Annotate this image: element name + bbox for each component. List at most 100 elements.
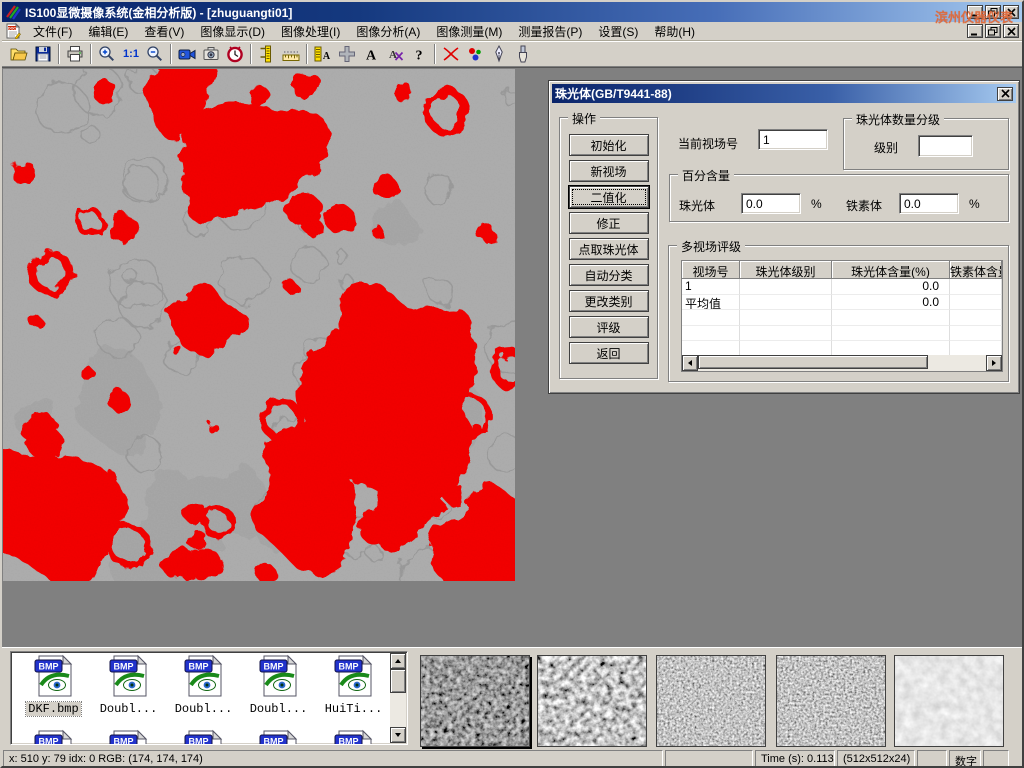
document-icon[interactable]: DOC [5, 23, 21, 39]
menu-item-8[interactable]: 测量报告(P) [510, 21, 590, 42]
menu-item-2[interactable]: 编辑(E) [80, 21, 136, 42]
file-item-3[interactable]: BMPDoubl... [167, 654, 240, 716]
file-name: Doubl... [248, 702, 310, 716]
thumbnail-2[interactable] [537, 655, 647, 747]
metallographic-image[interactable] [3, 69, 515, 581]
file-item-row2-3[interactable]: BMP [167, 729, 240, 745]
file-item-4[interactable]: BMPDoubl... [242, 654, 315, 716]
toolbar-pen-tool-button[interactable] [487, 43, 511, 66]
op-button-6[interactable]: 自动分类 [569, 264, 649, 286]
ferrite-percent-input[interactable] [899, 193, 959, 214]
thumbnail-5[interactable] [894, 655, 1004, 747]
file-item-row2-5[interactable]: BMP [317, 729, 390, 745]
svg-text:BMP: BMP [188, 737, 208, 746]
table-cell: 平均值 [682, 295, 740, 311]
operations-group: 操作 初始化新视场二值化修正点取珠光体自动分类更改类别评级返回 [559, 117, 658, 379]
scrollbar-thumb[interactable] [698, 355, 928, 369]
toolbar-separator [58, 44, 60, 64]
mdi-close-button[interactable] [1003, 24, 1019, 38]
mdi-restore-button[interactable] [985, 24, 1001, 38]
op-button-3[interactable]: 二值化 [569, 186, 649, 208]
toolbar-curve-tool-button[interactable] [439, 43, 463, 66]
toolbar-actual-size-button[interactable]: 1:1 [119, 43, 143, 66]
toolbar-caliper-tool-button[interactable] [255, 43, 279, 66]
op-button-7[interactable]: 更改类别 [569, 290, 649, 312]
svg-text:DOC: DOC [8, 27, 16, 31]
toolbar-grid-tool-button[interactable] [335, 43, 359, 66]
scroll-left-button[interactable] [682, 355, 698, 371]
thumbnail-3[interactable] [656, 655, 766, 747]
file-item-5[interactable]: BMPHuiTi... [317, 654, 390, 716]
svg-text:BMP: BMP [338, 662, 358, 672]
toolbar-save-file-button[interactable] [31, 43, 55, 66]
file-item-1[interactable]: BMPDKF.bmp [17, 654, 90, 716]
toolbar-measure-text-tool-button[interactable]: A [311, 43, 335, 66]
menu-item-9[interactable]: 设置(S) [590, 21, 646, 42]
percent-group-label: 百分含量 [678, 167, 734, 184]
toolbar-help-button[interactable]: ? [407, 43, 431, 66]
thumbnail-4[interactable] [776, 655, 886, 747]
toolbar-camera-capture-button[interactable] [199, 43, 223, 66]
toolbar-text-style-tool-button[interactable]: A [383, 43, 407, 66]
status-panel-2 [665, 750, 753, 767]
table-row-3[interactable] [682, 310, 1002, 326]
current-field-input[interactable] [758, 129, 828, 150]
scroll-right-button[interactable] [986, 355, 1002, 371]
menu-item-6[interactable]: 图像分析(A) [348, 21, 428, 42]
file-item-row2-1[interactable]: BMP [17, 729, 90, 745]
table-cell [682, 310, 740, 326]
dialog-close-button[interactable] [997, 87, 1013, 101]
menu-item-10[interactable]: 帮助(H) [646, 21, 703, 42]
pearlite-percent-input[interactable] [741, 193, 801, 214]
scroll-up-button[interactable] [390, 653, 406, 669]
level-input[interactable] [918, 135, 973, 157]
file-item-row2-4[interactable]: BMP [242, 729, 315, 745]
bmp-file-icon: BMP [92, 729, 165, 745]
file-item-2[interactable]: BMPDoubl... [92, 654, 165, 716]
toolbar-open-file-button[interactable] [7, 43, 31, 66]
scroll-down-button[interactable] [390, 727, 406, 743]
bmp-file-icon: BMP [317, 729, 390, 745]
table-horizontal-scrollbar[interactable] [682, 355, 1002, 371]
toolbar-zoom-in-button[interactable] [95, 43, 119, 66]
menu-item-1[interactable]: 文件(F) [25, 21, 80, 42]
thumbnail-1[interactable] [420, 655, 530, 747]
svg-text:A: A [323, 51, 331, 62]
file-item-row2-2[interactable]: BMP [92, 729, 165, 745]
op-button-1[interactable]: 初始化 [569, 134, 649, 156]
grading-group: 珠光体数量分级 级别 [843, 118, 1009, 170]
op-button-4[interactable]: 修正 [569, 212, 649, 234]
toolbar-zoom-out-button[interactable] [143, 43, 167, 66]
table-row-4[interactable] [682, 326, 1002, 342]
file-list-scrollbar[interactable] [390, 653, 406, 743]
current-field-label: 当前视场号 [678, 135, 738, 152]
pearlite-dialog: 珠光体(GB/T9441-88) 操作 初始化新视场二值化修正点取珠光体自动分类… [548, 80, 1020, 394]
toolbar-text-tool-button[interactable]: A [359, 43, 383, 66]
toolbar: 1:1AAA? [2, 41, 1022, 67]
scrollbar-thumb[interactable] [390, 669, 406, 693]
op-button-9[interactable]: 返回 [569, 342, 649, 364]
menu-item-5[interactable]: 图像处理(I) [273, 21, 348, 42]
mdi-window-controls [965, 24, 1019, 38]
svg-text:BMP: BMP [38, 737, 58, 746]
table-cell [740, 326, 832, 342]
toolbar-particle-tool-button[interactable] [463, 43, 487, 66]
toolbar-ruler-tool-button[interactable] [279, 43, 303, 66]
op-button-2[interactable]: 新视场 [569, 160, 649, 182]
table-row-1[interactable]: 10.0 [682, 279, 1002, 295]
toolbar-fill-tool-button[interactable] [511, 43, 535, 66]
mdi-minimize-button[interactable] [967, 24, 983, 38]
file-list[interactable]: BMPDKF.bmpBMPDoubl...BMPDoubl...BMPDoubl… [10, 651, 408, 745]
menu-item-7[interactable]: 图像测量(M) [428, 21, 510, 42]
menu-item-3[interactable]: 查看(V) [136, 21, 192, 42]
status-panel-1: x: 510 y: 79 idx: 0 RGB: (174, 174, 174) [3, 750, 663, 767]
op-button-8[interactable]: 评级 [569, 316, 649, 338]
table-cell: 0.0 [832, 279, 950, 295]
menu-item-4[interactable]: 图像显示(D) [192, 21, 273, 42]
toolbar-timer-button[interactable] [223, 43, 247, 66]
toolbar-print-button[interactable] [63, 43, 87, 66]
rating-table-header: 视场号珠光体级别珠光体含量(%)铁素体含量(%) [682, 261, 1002, 279]
toolbar-video-capture-button[interactable] [175, 43, 199, 66]
op-button-5[interactable]: 点取珠光体 [569, 238, 649, 260]
table-row-2[interactable]: 平均值0.0 [682, 295, 1002, 311]
